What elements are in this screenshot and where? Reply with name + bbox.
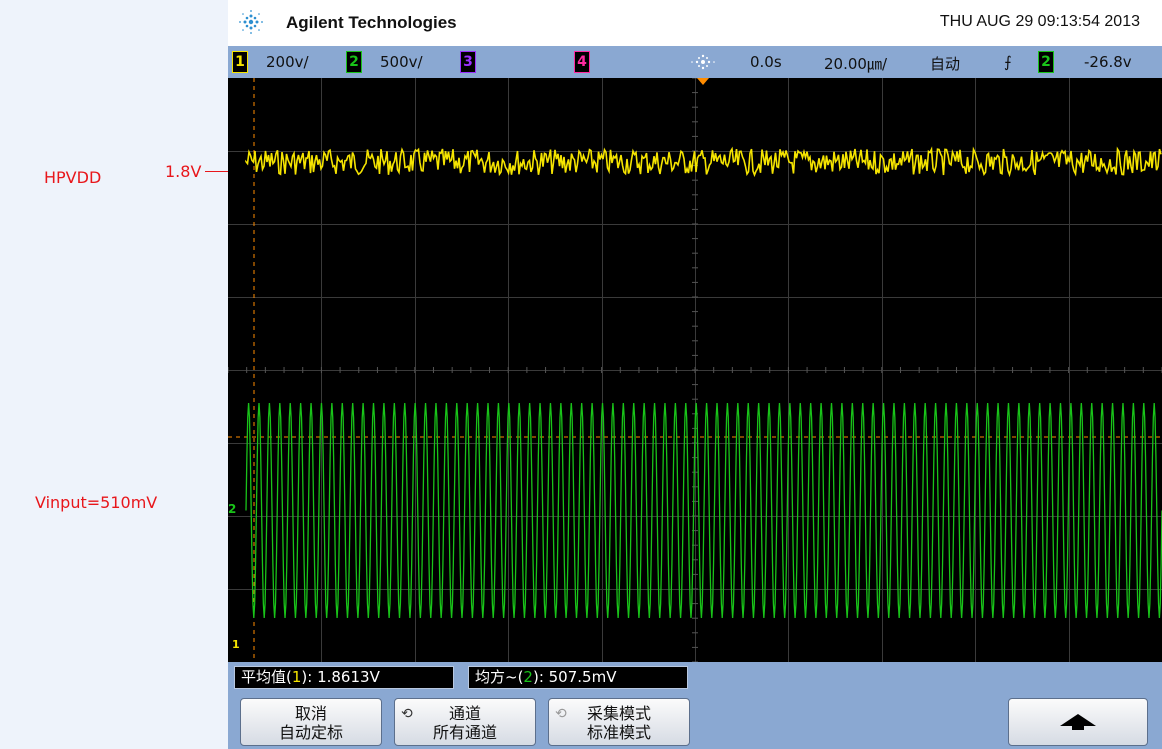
acquisition-mode-button[interactable]: ⟲ 采集模式 标准模式	[548, 698, 690, 746]
ch1-ground-marker[interactable]: 1	[232, 638, 240, 651]
vinput-label: Vinput=510mV	[35, 493, 158, 512]
hpvdd-label: HPVDD	[44, 168, 102, 187]
ch2-indicator[interactable]: 2	[346, 51, 362, 73]
average-measurement[interactable]: 平均值(1): 1.8613V	[234, 666, 454, 689]
normal-mode-label: 标准模式	[586, 723, 651, 742]
trigger-source[interactable]: 2	[1038, 51, 1054, 73]
avg-channel: 1	[291, 668, 302, 686]
waveform-display[interactable]: 2 1	[228, 78, 1162, 662]
rotate-knob-icon: ⟲	[401, 706, 413, 722]
rms-value: ): 507.5mV	[532, 668, 617, 686]
title-bar: Agilent Technologies THU AUG 29 09:13:54…	[228, 0, 1162, 46]
ch1-trace	[245, 146, 1162, 178]
trigger-position-marker-icon[interactable]	[697, 78, 709, 85]
annotation-panel: HPVDD 1.8V Vinput=510mV	[0, 0, 239, 749]
up-arrow-icon	[1060, 714, 1096, 730]
oscilloscope-window: Agilent Technologies THU AUG 29 09:13:54…	[228, 0, 1162, 749]
ch1-scale[interactable]: 200ⅴ/	[266, 53, 309, 71]
menu-up-button[interactable]	[1008, 698, 1148, 746]
trigger-mode[interactable]: 自动	[930, 53, 960, 74]
ch3-indicator[interactable]: 3	[460, 51, 476, 73]
softkey-bar: 取消 自动定标 ⟲ 通道 所有通道 ⟲ 采集模式 标准模式	[228, 692, 1162, 749]
timebase-spark-icon	[691, 54, 715, 70]
cancel-label: 取消	[294, 704, 327, 723]
ch4-indicator[interactable]: 4	[574, 51, 590, 73]
time-scale[interactable]: 20.00㎛/	[824, 53, 887, 74]
measurement-bar: 平均值(1): 1.8613V 均方~(2): 507.5mV	[228, 662, 1162, 692]
trigger-slope-icon[interactable]: ⨍	[1004, 53, 1012, 71]
date-time: THU AUG 29 09:13:54 2013	[939, 13, 1140, 30]
avg-label: 平均值(	[241, 668, 292, 686]
channel-status-bar: 1 200ⅴ/ 2 500ⅴ/ 3 4 0.0s 20.00㎛/ 自动 ⨍ 2 …	[228, 46, 1162, 78]
all-channels-label: 所有通道	[432, 723, 497, 742]
agilent-spark-logo-icon	[239, 10, 263, 34]
rms-channel: 2	[523, 668, 533, 686]
waveform-plot	[228, 78, 1162, 662]
autoscale-label: 自动定标	[278, 723, 343, 742]
rms-measurement[interactable]: 均方~(2): 507.5mV	[468, 666, 688, 689]
cancel-autoscale-button[interactable]: 取消 自动定标	[240, 698, 382, 746]
time-offset[interactable]: 0.0s	[750, 53, 782, 71]
channels-button[interactable]: ⟲ 通道 所有通道	[394, 698, 536, 746]
ch2-scale[interactable]: 500ⅴ/	[380, 53, 423, 71]
rms-label: 均方~(	[475, 668, 524, 686]
rotate-knob-icon: ⟲	[555, 706, 567, 722]
channel-label: 通道	[448, 704, 481, 723]
ch2-ground-marker[interactable]: 2	[228, 502, 242, 516]
brand-name: Agilent Technologies	[286, 13, 457, 32]
acq-mode-label: 采集模式	[586, 704, 651, 723]
ch1-indicator[interactable]: 1	[232, 51, 248, 73]
ch2-trace	[245, 402, 1162, 619]
trigger-level[interactable]: -26.8ⅴ	[1084, 53, 1132, 71]
level-1-8v-label: 1.8V	[165, 162, 202, 181]
avg-value: ): 1.8613V	[301, 668, 380, 686]
